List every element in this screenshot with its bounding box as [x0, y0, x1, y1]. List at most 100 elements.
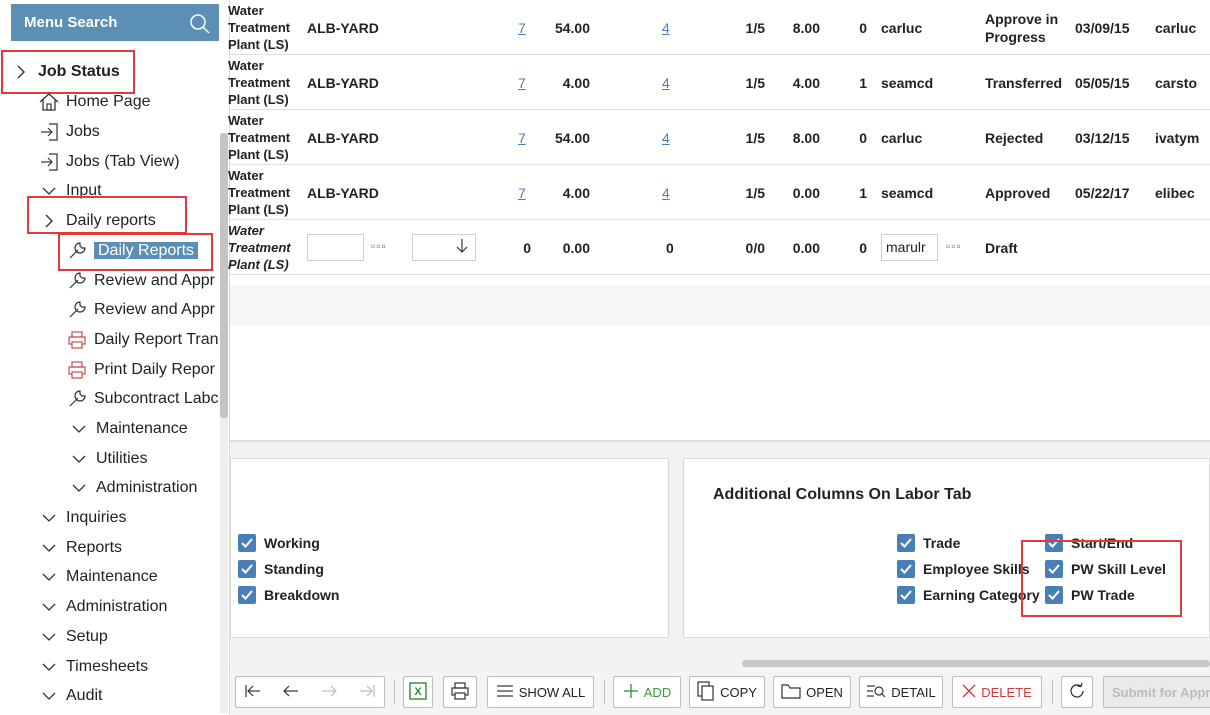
nav-label: Print Daily Repor: [94, 361, 215, 378]
toolbar-separator: [1052, 680, 1053, 704]
location-lookup-button[interactable]: ▫▫▫: [371, 239, 387, 253]
checkmark-icon[interactable]: [238, 560, 256, 578]
print-button[interactable]: [443, 676, 477, 708]
refresh-button[interactable]: [1061, 676, 1093, 708]
checkmark-icon[interactable]: [897, 534, 915, 552]
nav-audit[interactable]: Audit: [38, 683, 102, 709]
next-record-icon[interactable]: [320, 683, 338, 702]
checkmark-icon[interactable]: [238, 534, 256, 552]
nav-reports[interactable]: Reports: [38, 535, 122, 561]
checkbox-employee-skills[interactable]: Employee Skills: [897, 558, 1030, 580]
menu-search-bar[interactable]: Menu Search: [11, 4, 219, 41]
nav-job-status[interactable]: Job Status: [10, 59, 120, 85]
approver-cell: carluc: [1155, 19, 1197, 36]
toolbar-scrollbar[interactable]: [742, 660, 1210, 667]
nav-daily-reports[interactable]: Daily Reports: [66, 238, 199, 264]
open-button[interactable]: OPEN: [773, 676, 851, 708]
nav-daily-report-transfer[interactable]: Daily Report Tran: [66, 327, 219, 353]
show-all-button[interactable]: SHOW ALL: [487, 676, 594, 708]
nav-inquiries[interactable]: Inquiries: [38, 505, 126, 531]
chevron-down-icon: [38, 654, 60, 680]
checkbox-start-end[interactable]: Start/End: [1045, 532, 1133, 554]
detail-button[interactable]: DETAIL: [859, 676, 943, 708]
nav-review-and-approve-1[interactable]: Review and Appr: [66, 268, 215, 294]
checkbox-trade[interactable]: Trade: [897, 532, 960, 554]
nav-jobs-tab-view[interactable]: Jobs (Tab View): [38, 149, 180, 175]
checkmark-icon[interactable]: [897, 586, 915, 604]
checkmark-icon[interactable]: [238, 586, 256, 604]
status-cell: Approved: [985, 165, 1075, 220]
previous-record-icon[interactable]: [282, 683, 300, 702]
count-link[interactable]: 7: [518, 0, 538, 55]
nav-administration[interactable]: Administration: [38, 594, 167, 620]
detail-link[interactable]: 4: [662, 0, 682, 55]
nav-review-and-approve-2[interactable]: Review and Appr: [66, 297, 215, 323]
nav-maintenance-sub[interactable]: Maintenance: [68, 416, 188, 442]
add-button[interactable]: ADD: [613, 676, 681, 708]
user-input[interactable]: marulr: [881, 234, 938, 261]
job-cell: Water Treatment Plant (LS): [228, 55, 305, 110]
table-row[interactable]: Water Treatment Plant (LS) ALB-YARD 7 4.00 4 1/…: [228, 165, 1210, 220]
checkmark-icon[interactable]: [1045, 534, 1063, 552]
checkbox-pw-skill-level[interactable]: PW Skill Level: [1045, 558, 1166, 580]
checkbox-breakdown[interactable]: Breakdown: [238, 584, 339, 606]
checkmark-icon[interactable]: [1045, 586, 1063, 604]
nav-label: Maintenance: [66, 568, 158, 585]
nav-setup[interactable]: Setup: [38, 624, 108, 650]
nav-label: Job Status: [38, 63, 120, 80]
sidebar-scrollbar-thumb[interactable]: [220, 133, 228, 418]
detail-link[interactable]: 4: [662, 110, 682, 165]
toolbar-separator: [394, 680, 395, 704]
checkmark-icon[interactable]: [1045, 560, 1063, 578]
number-cell: 0: [859, 19, 867, 36]
delete-button[interactable]: DELETE: [952, 676, 1042, 708]
checkmark-icon[interactable]: [897, 560, 915, 578]
job-line: Treatment: [228, 240, 291, 255]
table-row[interactable]: Water Treatment Plant (LS) ALB-YARD 7 54.00 4 1…: [228, 110, 1210, 165]
detail-link[interactable]: 4: [662, 55, 682, 110]
checkbox-working[interactable]: Working: [238, 532, 320, 554]
location-input[interactable]: [307, 234, 364, 261]
count-link[interactable]: 7: [518, 110, 538, 165]
nav-home-page[interactable]: Home Page: [38, 89, 151, 115]
table-row[interactable]: Water Treatment Plant (LS) ALB-YARD 7 54.00 4 1…: [228, 0, 1210, 55]
checkbox-standing[interactable]: Standing: [238, 558, 324, 580]
export-excel-button[interactable]: X: [403, 676, 433, 708]
dropdown-select[interactable]: [412, 234, 476, 261]
count-link[interactable]: 7: [518, 55, 538, 110]
checkbox-earning-category[interactable]: Earning Category: [897, 584, 1040, 606]
date-cell: 03/09/15: [1075, 19, 1130, 36]
nav-label: Inquiries: [66, 509, 127, 526]
nav-administration-sub[interactable]: Administration: [68, 475, 197, 501]
count-link[interactable]: 7: [518, 165, 538, 220]
table-row-draft[interactable]: Water Treatment Plant (LS) ▫▫▫ 0 0.00 0 0/0 0.00…: [228, 220, 1210, 275]
user-lookup-button[interactable]: ▫▫▫: [946, 239, 962, 253]
nav-label: Utilities: [96, 450, 148, 467]
first-record-icon[interactable]: [244, 683, 262, 702]
table-row[interactable]: Water Treatment Plant (LS) ALB-YARD 7 4.00 4 1/…: [228, 55, 1210, 110]
detail-search-icon: [866, 683, 886, 702]
checkbox-pw-trade[interactable]: PW Trade: [1045, 584, 1135, 606]
nav-timesheets[interactable]: Timesheets: [38, 654, 148, 680]
checkbox-label: PW Skill Level: [1071, 561, 1166, 577]
nav-print-daily-report[interactable]: Print Daily Repor: [66, 357, 215, 383]
nav-input[interactable]: Input: [38, 178, 102, 204]
nav-daily-reports-group[interactable]: Daily reports: [38, 208, 156, 234]
nav-maintenance[interactable]: Maintenance: [38, 564, 158, 590]
search-icon[interactable]: [189, 12, 211, 34]
nav-utilities-sub[interactable]: Utilities: [68, 446, 148, 472]
user-cell: carluc: [881, 129, 923, 146]
checkbox-label: Employee Skills: [923, 561, 1030, 577]
open-label: OPEN: [806, 684, 843, 700]
job-cell: Water Treatment Plant (LS): [228, 220, 305, 275]
number-cell: 0: [859, 129, 867, 146]
submit-for-approval-button[interactable]: Submit for Appro: [1103, 676, 1210, 708]
last-record-icon[interactable]: [358, 683, 376, 702]
copy-button[interactable]: COPY: [689, 676, 765, 708]
job-line: Water: [228, 58, 264, 73]
nav-subcontract-labor[interactable]: Subcontract Labc: [66, 386, 219, 412]
show-all-label: SHOW ALL: [518, 684, 586, 700]
ratio-cell: 1/5: [745, 74, 765, 91]
nav-jobs[interactable]: Jobs: [38, 119, 100, 145]
detail-link[interactable]: 4: [662, 165, 682, 220]
